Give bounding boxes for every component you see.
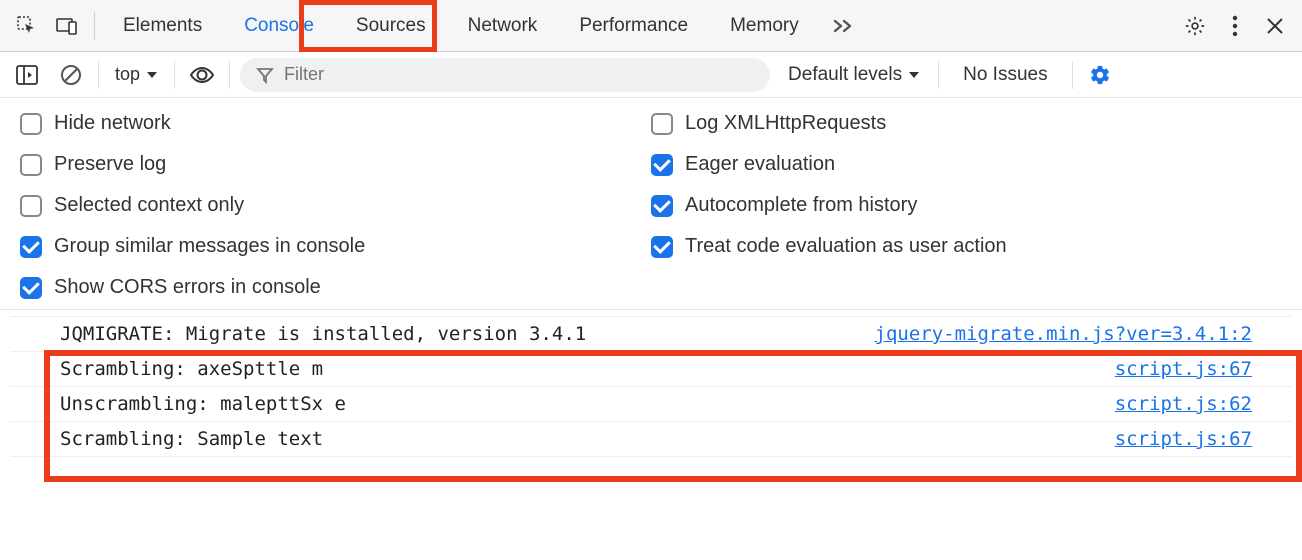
- setting-show-cors: Show CORS errors in console: [20, 276, 651, 299]
- settings-gear-icon[interactable]: [1178, 9, 1212, 43]
- setting-label: Preserve log: [54, 153, 166, 176]
- more-tabs-icon[interactable]: [823, 9, 863, 43]
- checkbox[interactable]: [20, 195, 42, 217]
- log-row: Scrambling: Sample text script.js:67: [10, 422, 1292, 457]
- setting-label: Selected context only: [54, 194, 244, 217]
- tab-network[interactable]: Network: [450, 0, 556, 52]
- checkbox[interactable]: [20, 113, 42, 135]
- checkbox[interactable]: [20, 277, 42, 299]
- setting-label: Group similar messages in console: [54, 235, 365, 258]
- tab-performance[interactable]: Performance: [561, 0, 706, 52]
- setting-log-xhr: Log XMLHttpRequests: [651, 112, 1282, 135]
- close-icon[interactable]: [1258, 9, 1292, 43]
- setting-autocomplete-history: Autocomplete from history: [651, 194, 1282, 217]
- log-message: Scrambling: Sample text: [60, 428, 1115, 450]
- log-row: Scrambling: axeSpttle m script.js:67: [10, 352, 1292, 387]
- filter-icon: [256, 66, 274, 84]
- checkbox[interactable]: [651, 154, 673, 176]
- setting-label: Show CORS errors in console: [54, 276, 321, 299]
- console-toolbar: top Default levels No Issues: [0, 52, 1302, 98]
- console-output: JQMIGRATE: Migrate is installed, version…: [0, 310, 1302, 457]
- inspect-element-icon[interactable]: [10, 9, 44, 43]
- filter-input[interactable]: [284, 64, 754, 85]
- setting-preserve-log: Preserve log: [20, 153, 651, 176]
- chevron-down-icon: [908, 70, 920, 80]
- device-toolbar-icon[interactable]: [50, 9, 84, 43]
- setting-label: Autocomplete from history: [685, 194, 917, 217]
- setting-selected-context-only: Selected context only: [20, 194, 651, 217]
- console-settings-panel: Hide network Preserve log Selected conte…: [0, 98, 1302, 310]
- setting-eager-eval: Eager evaluation: [651, 153, 1282, 176]
- settings-col-left: Hide network Preserve log Selected conte…: [20, 112, 651, 299]
- filter-field[interactable]: [240, 58, 770, 92]
- clear-console-icon[interactable]: [54, 58, 88, 92]
- issues-indicator[interactable]: No Issues: [949, 64, 1061, 86]
- setting-label: Eager evaluation: [685, 153, 835, 176]
- log-source-link[interactable]: script.js:67: [1115, 358, 1292, 380]
- setting-label: Hide network: [54, 112, 171, 135]
- setting-hide-network: Hide network: [20, 112, 651, 135]
- checkbox[interactable]: [20, 154, 42, 176]
- setting-label: Treat code evaluation as user action: [685, 235, 1007, 258]
- checkbox[interactable]: [651, 113, 673, 135]
- console-settings-gear-icon[interactable]: [1083, 58, 1117, 92]
- checkbox[interactable]: [651, 236, 673, 258]
- log-levels-selector[interactable]: Default levels: [780, 64, 928, 86]
- chevron-down-icon: [146, 70, 158, 80]
- log-message: Unscrambling: malepttSx e: [60, 393, 1115, 415]
- levels-label: Default levels: [788, 64, 902, 86]
- log-row: Unscrambling: malepttSx e script.js:62: [10, 387, 1292, 422]
- tab-memory[interactable]: Memory: [712, 0, 817, 52]
- context-label: top: [115, 64, 140, 85]
- kebab-menu-icon[interactable]: [1218, 9, 1252, 43]
- setting-treat-eval-user-action: Treat code evaluation as user action: [651, 235, 1282, 258]
- log-message: Scrambling: axeSpttle m: [60, 358, 1115, 380]
- checkbox[interactable]: [20, 236, 42, 258]
- toggle-sidebar-icon[interactable]: [10, 58, 44, 92]
- checkbox[interactable]: [651, 195, 673, 217]
- tab-sources[interactable]: Sources: [338, 0, 444, 52]
- setting-label: Log XMLHttpRequests: [685, 112, 886, 135]
- tab-console[interactable]: Console: [226, 0, 332, 52]
- log-source-link[interactable]: jquery-migrate.min.js?ver=3.4.1:2: [875, 323, 1293, 345]
- log-source-link[interactable]: script.js:62: [1115, 393, 1292, 415]
- setting-group-similar: Group similar messages in console: [20, 235, 651, 258]
- live-expression-icon[interactable]: [185, 58, 219, 92]
- log-message: JQMIGRATE: Migrate is installed, version…: [60, 323, 875, 345]
- context-selector[interactable]: top: [109, 64, 164, 85]
- log-source-link[interactable]: script.js:67: [1115, 428, 1292, 450]
- devtools-tab-bar: Elements Console Sources Network Perform…: [0, 0, 1302, 52]
- log-row: JQMIGRATE: Migrate is installed, version…: [10, 316, 1292, 352]
- tab-elements[interactable]: Elements: [105, 0, 220, 52]
- settings-col-right: Log XMLHttpRequests Eager evaluation Aut…: [651, 112, 1282, 299]
